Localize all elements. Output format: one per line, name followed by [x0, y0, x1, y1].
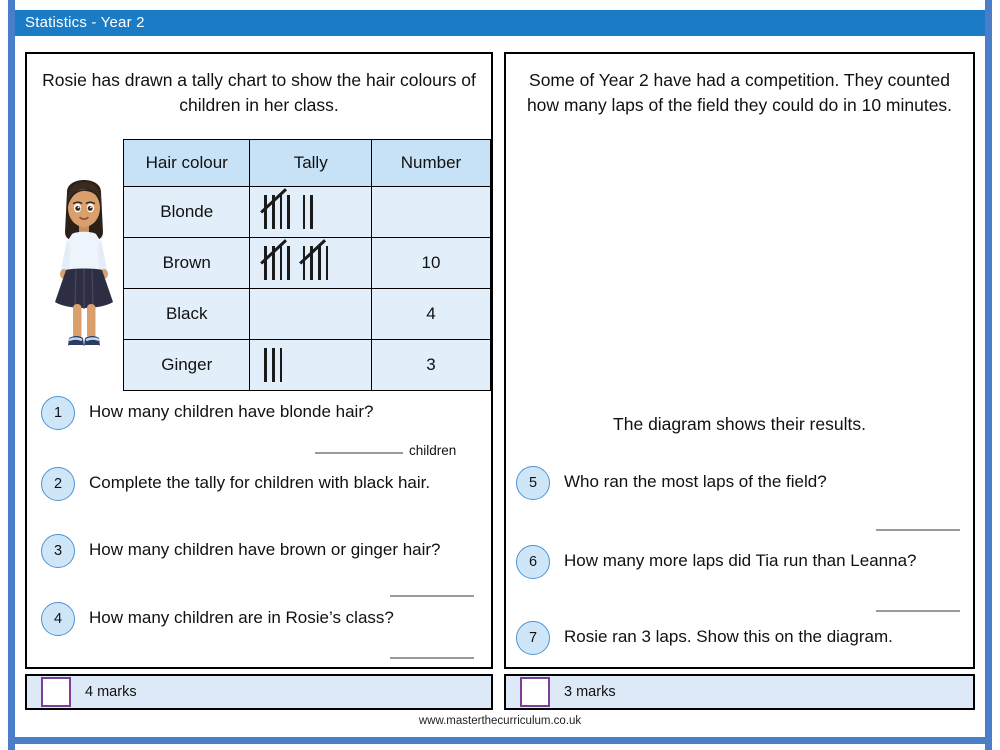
tally-chart-table: Hair colour Tally Number Blonde Brown 10… [122, 139, 492, 391]
marks-label: 3 marks [564, 684, 616, 700]
cell-number[interactable]: 3 [370, 339, 492, 391]
question-number-badge: 4 [41, 602, 75, 636]
cell-tally-empty[interactable] [249, 288, 372, 340]
tally-group-of-five [260, 239, 290, 280]
question-number-badge: 5 [516, 466, 550, 500]
cell-number[interactable]: 10 [370, 237, 492, 289]
page-edge-left [8, 0, 15, 750]
question-text: How many children have brown or ginger h… [89, 540, 441, 559]
column-header-hair-colour: Hair colour [122, 139, 251, 187]
left-question-panel: Rosie has drawn a tally chart to show th… [25, 52, 493, 669]
question-number-badge: 2 [41, 467, 75, 501]
cell-number[interactable]: 4 [370, 288, 492, 340]
right-intro-text: Some of Year 2 have had a competition. T… [526, 70, 953, 115]
left-marks-bar: 4 marks [25, 674, 493, 710]
question-number-badge: 6 [516, 545, 550, 579]
page-edge-right [985, 0, 992, 750]
question-number-badge: 3 [41, 534, 75, 568]
question-number-badge: 7 [516, 621, 550, 655]
column-header-tally: Tally [249, 139, 372, 187]
question-text: Rosie ran 3 laps. Show this on the diagr… [564, 627, 893, 646]
table-row: Blonde [122, 186, 492, 238]
page-title: Statistics - Year 2 [15, 10, 985, 36]
page-edge-bottom [8, 737, 992, 744]
question-text: How many children are in Rosie’s class? [89, 608, 394, 627]
question-text: How many more laps did Tia run than Lean… [564, 551, 917, 570]
answer-line-q6[interactable] [876, 610, 960, 612]
marks-entry-box[interactable] [41, 677, 71, 707]
question-number-badge: 1 [41, 396, 75, 430]
cell-hair-colour: Black [122, 288, 251, 340]
question-2: 2 Complete the tally for children with b… [41, 467, 491, 501]
question-4: 4 How many children are in Rosie’s class… [41, 602, 491, 636]
marks-entry-box[interactable] [520, 677, 550, 707]
question-6: 6 How many more laps did Tia run than Le… [516, 545, 971, 579]
question-text: Complete the tally for children with bla… [89, 473, 431, 492]
footer-url: www.masterthecurriculum.co.uk [418, 715, 582, 727]
question-text: Who ran the most laps of the field? [564, 472, 827, 491]
question-7: 7 Rosie ran 3 laps. Show this on the dia… [516, 621, 971, 655]
cell-tally[interactable] [249, 186, 372, 238]
question-text: How many children have blonde hair? [89, 402, 374, 421]
question-3: 3 How many children have brown or ginger… [41, 534, 491, 568]
page-edge-top [8, 0, 992, 6]
marks-label: 4 marks [85, 684, 137, 700]
cell-number[interactable] [370, 186, 492, 238]
answer-line-q3[interactable] [390, 595, 474, 597]
tally-group-partial [264, 348, 283, 382]
column-header-number: Number [370, 139, 492, 187]
question-5: 5 Who ran the most laps of the field? [516, 466, 971, 500]
cell-hair-colour: Blonde [122, 186, 251, 238]
table-row: Brown 10 [122, 237, 492, 289]
question-1: 1 How many children have blonde hair? [41, 396, 481, 430]
right-question-panel: Some of Year 2 have had a competition. T… [504, 52, 975, 669]
tally-group-of-five [298, 239, 329, 280]
cell-hair-colour: Brown [122, 237, 251, 289]
tally-group-of-five [260, 188, 290, 229]
cell-tally[interactable] [249, 237, 372, 289]
answer-line-q1[interactable] [315, 452, 403, 454]
chart-caption: The diagram shows their results. [613, 414, 866, 434]
cell-hair-colour: Ginger [122, 339, 251, 391]
answer-line-q5[interactable] [876, 529, 960, 531]
girl-character-illustration [55, 180, 113, 349]
cell-tally[interactable] [249, 339, 372, 391]
answer-unit-label-q1: children [409, 443, 457, 458]
table-row: Black 4 [122, 288, 492, 340]
left-intro-text: Rosie has drawn a tally chart to show th… [42, 70, 476, 115]
worksheet-page: Statistics - Year 2 Rosie has drawn a ta… [0, 0, 1000, 750]
tally-group-partial [302, 195, 314, 229]
answer-line-q4[interactable] [390, 657, 474, 659]
right-marks-bar: 3 marks [504, 674, 975, 710]
table-header-row: Hair colour Tally Number [122, 139, 492, 187]
table-row: Ginger 3 [122, 339, 492, 391]
